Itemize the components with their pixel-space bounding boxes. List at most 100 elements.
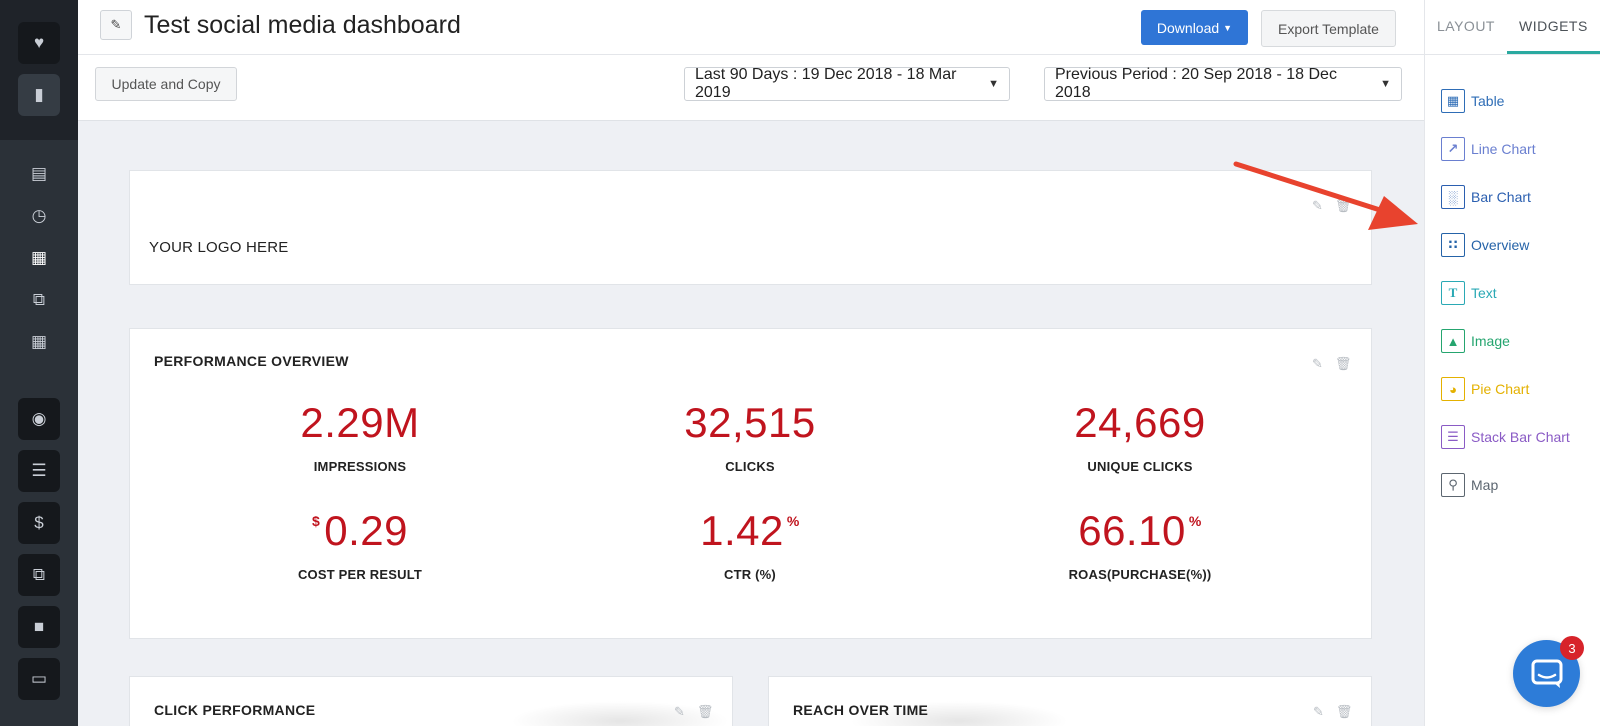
map-icon: ⚲ — [1441, 473, 1465, 497]
metric-value: 1.42% — [700, 507, 800, 554]
widget-map[interactable]: ⚲ Map — [1425, 461, 1600, 509]
bar-chart-icon: ░ — [1441, 185, 1465, 209]
overview-icon: ∷ — [1441, 233, 1465, 257]
pie-chart-icon: ◕ — [1441, 377, 1465, 401]
metric-value: 32,515 — [684, 399, 816, 446]
widget-label: Line Chart — [1471, 141, 1536, 157]
widget-label: Image — [1471, 333, 1510, 349]
metric-unique-clicks: 24,669 UNIQUE CLICKS — [1010, 399, 1270, 474]
metric-value: $0.29 — [311, 507, 409, 554]
metric-roas: 66.10% ROAS(PURCHASE(%)) — [1010, 507, 1270, 582]
caret-down-icon: ▼ — [1380, 78, 1391, 90]
trash-icon[interactable]: 🗑 — [1336, 704, 1353, 720]
widget-label: Overview — [1471, 237, 1530, 253]
performance-overview-card[interactable]: PERFORMANCE OVERVIEW ✎ 🗑 2.29M IMPRESSIO… — [129, 328, 1372, 639]
export-template-button[interactable]: Export Template — [1261, 10, 1396, 47]
pencil-icon: ✎ — [110, 17, 122, 32]
caret-down-icon: ▼ — [1223, 22, 1233, 33]
line-chart-icon: ↗ — [1441, 137, 1465, 161]
globe-icon[interactable]: ◉ — [18, 398, 60, 440]
widget-line-chart[interactable]: ↗ Line Chart — [1425, 125, 1600, 173]
date-range-select[interactable]: Last 90 Days : 19 Dec 2018 - 18 Mar 2019… — [684, 66, 1010, 101]
metric-label: ROAS(PURCHASE(%)) — [1068, 567, 1212, 582]
drag-shadow — [849, 701, 1069, 726]
trash-icon[interactable]: 🗑 — [1335, 356, 1352, 372]
card-tools: ✎ 🗑 — [1312, 356, 1351, 372]
widget-label: Table — [1471, 93, 1505, 109]
text-icon: T — [1441, 281, 1465, 305]
top-bar: ✎ Test social media dashboard Download ▼… — [78, 0, 1424, 55]
card-heading: PERFORMANCE OVERVIEW — [154, 353, 349, 369]
percent-symbol: % — [1188, 513, 1202, 529]
list-icon[interactable]: ☰ — [18, 450, 60, 492]
compare-range-value: Previous Period : 20 Sep 2018 - 18 Dec 2… — [1055, 66, 1337, 101]
metric-label: COST PER RESULT — [297, 567, 423, 582]
left-nav: ♥ ▮ ▤ ◷ ▦ ⧉ ▦ ◉ ☰ $ ⧉ ■ ▭ — [0, 0, 78, 726]
edit-title-button[interactable]: ✎ — [100, 10, 132, 40]
file-icon[interactable]: ▤ — [18, 158, 60, 190]
reach-over-time-card[interactable]: REACH OVER TIME ✎ 🗑 — [768, 676, 1372, 726]
edit-icon[interactable]: ✎ — [1312, 356, 1323, 372]
card-tools: ✎ 🗑 — [674, 704, 713, 720]
widget-pie-chart[interactable]: ◕ Pie Chart — [1425, 365, 1600, 413]
metric-cost-per-result: $0.29 COST PER RESULT — [230, 507, 490, 582]
metric-label: CLICKS — [725, 459, 775, 474]
document-icon[interactable]: ▮ — [18, 74, 60, 116]
files-icon[interactable]: ⧉ — [18, 554, 60, 596]
widget-label: Pie Chart — [1471, 381, 1530, 397]
page-title: Test social media dashboard — [144, 11, 461, 39]
metric-label: UNIQUE CLICKS — [1087, 459, 1193, 474]
book-icon[interactable]: ▭ — [18, 658, 60, 700]
dollar-icon[interactable]: $ — [18, 502, 60, 544]
metric-value: 2.29M — [300, 399, 420, 446]
widget-label: Map — [1471, 477, 1499, 493]
update-and-copy-button[interactable]: Update and Copy — [95, 67, 237, 101]
table-icon: ▦ — [1441, 89, 1465, 113]
edit-icon[interactable]: ✎ — [1313, 704, 1324, 720]
date-range-value: Last 90 Days : 19 Dec 2018 - 18 Mar 2019 — [695, 66, 957, 101]
card-heading: CLICK PERFORMANCE — [154, 702, 316, 718]
currency-symbol: $ — [311, 513, 321, 529]
metric-label: IMPRESSIONS — [313, 459, 407, 474]
widget-label: Text — [1471, 285, 1497, 301]
widget-label: Stack Bar Chart — [1471, 429, 1570, 445]
edit-icon[interactable]: ✎ — [674, 704, 685, 720]
calculator-icon[interactable]: ▦ — [18, 326, 60, 358]
copy-icon[interactable]: ⧉ — [18, 284, 60, 316]
stack-bar-chart-icon: ☰ — [1441, 425, 1465, 449]
compare-period-select[interactable]: Previous Period : 20 Sep 2018 - 18 Dec 2… — [1044, 66, 1402, 101]
download-button[interactable]: Download ▼ — [1141, 10, 1248, 45]
favorites-icon[interactable]: ♥ — [18, 22, 60, 64]
pointer-arrow — [1233, 161, 1418, 230]
metric-value: 24,669 — [1074, 399, 1206, 446]
click-performance-card[interactable]: CLICK PERFORMANCE ✎ 🗑 — [129, 676, 733, 726]
tab-layout[interactable]: LAYOUT — [1425, 0, 1507, 54]
metric-label: CTR (%) — [724, 567, 776, 582]
chat-icon — [1531, 659, 1562, 688]
panel-tabs: LAYOUT WIDGETS — [1425, 0, 1600, 55]
card-tools: ✎ 🗑 — [1313, 704, 1352, 720]
logo-placeholder: YOUR LOGO HERE — [149, 239, 289, 256]
metric-value: 66.10% — [1078, 507, 1202, 554]
widget-overview[interactable]: ∷ Overview — [1425, 221, 1600, 269]
widget-label: Bar Chart — [1471, 189, 1531, 205]
widget-panel: LAYOUT WIDGETS ▦ Table ↗ Line Chart ░ Ba… — [1424, 0, 1600, 726]
download-label: Download — [1156, 19, 1220, 36]
folder-icon[interactable]: ■ — [18, 606, 60, 648]
trash-icon[interactable]: 🗑 — [697, 704, 714, 720]
image-icon: ▲ — [1441, 329, 1465, 353]
filter-bar: Update and Copy Last 90 Days : 19 Dec 20… — [78, 55, 1424, 121]
layout-icon[interactable]: ▦ — [18, 242, 60, 274]
widget-bar-chart[interactable]: ░ Bar Chart — [1425, 173, 1600, 221]
clock-icon[interactable]: ◷ — [18, 200, 60, 232]
tab-widgets[interactable]: WIDGETS — [1506, 0, 1600, 54]
widget-image[interactable]: ▲ Image — [1425, 317, 1600, 365]
logo-card[interactable]: ✎ 🗑 YOUR LOGO HERE — [129, 170, 1372, 285]
caret-down-icon: ▼ — [988, 78, 999, 90]
widget-text[interactable]: T Text — [1425, 269, 1600, 317]
widget-table[interactable]: ▦ Table — [1425, 77, 1600, 125]
widget-stack-bar-chart[interactable]: ☰ Stack Bar Chart — [1425, 413, 1600, 461]
metric-clicks: 32,515 CLICKS — [620, 399, 880, 474]
percent-symbol: % — [786, 513, 800, 529]
metric-impressions: 2.29M IMPRESSIONS — [230, 399, 490, 474]
